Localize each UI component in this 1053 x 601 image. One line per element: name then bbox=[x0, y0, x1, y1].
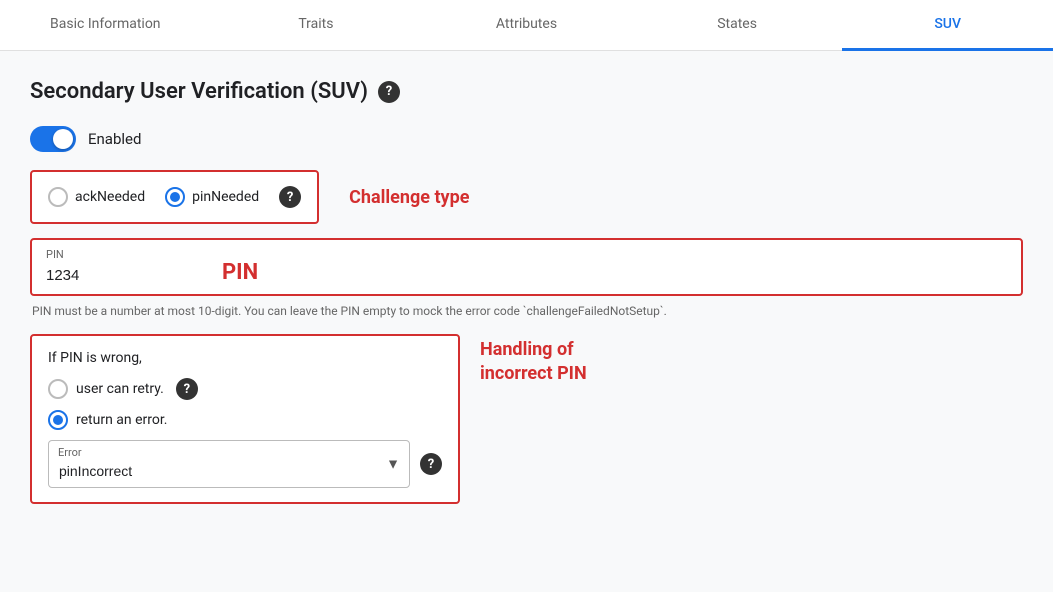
pin-section-wrapper: PIN PIN PIN must be a number at most 10-… bbox=[30, 238, 1023, 320]
tab-traits[interactable]: Traits bbox=[211, 0, 422, 51]
enabled-toggle[interactable] bbox=[30, 126, 76, 152]
retry-option-row: user can retry. ? bbox=[48, 378, 442, 400]
tab-basic-information[interactable]: Basic Information bbox=[0, 0, 211, 51]
error-dropdown-container: Error pinIncorrect challengeFailedNotSet… bbox=[48, 440, 410, 488]
pin-input-container: PIN bbox=[32, 240, 192, 294]
radio-ack-needed-circle bbox=[48, 187, 68, 207]
error-option-row: return an error. bbox=[48, 410, 442, 430]
page-title: Secondary User Verification (SUV) bbox=[30, 79, 368, 104]
pin-section-box: PIN PIN bbox=[30, 238, 1023, 296]
title-help-icon[interactable]: ? bbox=[378, 81, 400, 103]
error-dropdown-label: Error bbox=[58, 446, 82, 459]
pin-input-label: PIN bbox=[46, 248, 178, 261]
page-title-row: Secondary User Verification (SUV) ? bbox=[30, 79, 1023, 104]
challenge-type-annotation: Challenge type bbox=[349, 187, 469, 208]
pin-hint: PIN must be a number at most 10-digit. Y… bbox=[30, 302, 1023, 320]
challenge-type-help-icon[interactable]: ? bbox=[279, 186, 301, 208]
enabled-label: Enabled bbox=[88, 130, 141, 148]
retry-help-icon[interactable]: ? bbox=[176, 378, 198, 400]
challenge-type-box: ackNeeded pinNeeded ? bbox=[30, 170, 319, 224]
main-content: Secondary User Verification (SUV) ? Enab… bbox=[0, 51, 1053, 592]
pin-annotation: PIN bbox=[192, 240, 258, 285]
error-dropdown-wrapper: Error pinIncorrect challengeFailedNotSet… bbox=[48, 440, 442, 488]
challenge-type-radio-group: ackNeeded pinNeeded ? bbox=[48, 186, 301, 208]
error-label: return an error. bbox=[76, 412, 167, 428]
error-radio-circle[interactable] bbox=[48, 410, 68, 430]
incorrect-pin-annotation-wrapper: Handling of incorrect PIN bbox=[480, 334, 587, 387]
tab-states[interactable]: States bbox=[632, 0, 843, 51]
incorrect-pin-box: If PIN is wrong, user can retry. ? retur… bbox=[30, 334, 460, 504]
pin-field-wrapper: PIN PIN bbox=[32, 240, 1021, 294]
tab-attributes[interactable]: Attributes bbox=[421, 0, 632, 51]
incorrect-pin-title: If PIN is wrong, bbox=[48, 350, 442, 366]
error-dropdown[interactable]: pinIncorrect challengeFailedNotSetup oth… bbox=[48, 440, 410, 488]
tab-suv[interactable]: SUV bbox=[842, 0, 1053, 51]
challenge-type-row: ackNeeded pinNeeded ? Challenge type bbox=[30, 170, 1023, 224]
radio-ack-needed-label: ackNeeded bbox=[75, 189, 145, 205]
retry-label: user can retry. bbox=[76, 381, 164, 397]
radio-pin-needed-label: pinNeeded bbox=[192, 189, 259, 205]
retry-radio-circle[interactable] bbox=[48, 379, 68, 399]
incorrect-pin-annotation: Handling of incorrect PIN bbox=[480, 339, 587, 384]
incorrect-pin-outer: If PIN is wrong, user can retry. ? retur… bbox=[30, 334, 1023, 504]
pin-input[interactable] bbox=[46, 267, 146, 284]
radio-pin-needed-circle bbox=[165, 187, 185, 207]
dropdown-help-icon[interactable]: ? bbox=[420, 453, 442, 475]
tab-bar: Basic Information Traits Attributes Stat… bbox=[0, 0, 1053, 51]
enabled-toggle-row: Enabled bbox=[30, 126, 1023, 152]
radio-pin-needed[interactable]: pinNeeded bbox=[165, 187, 259, 207]
radio-ack-needed[interactable]: ackNeeded bbox=[48, 187, 145, 207]
